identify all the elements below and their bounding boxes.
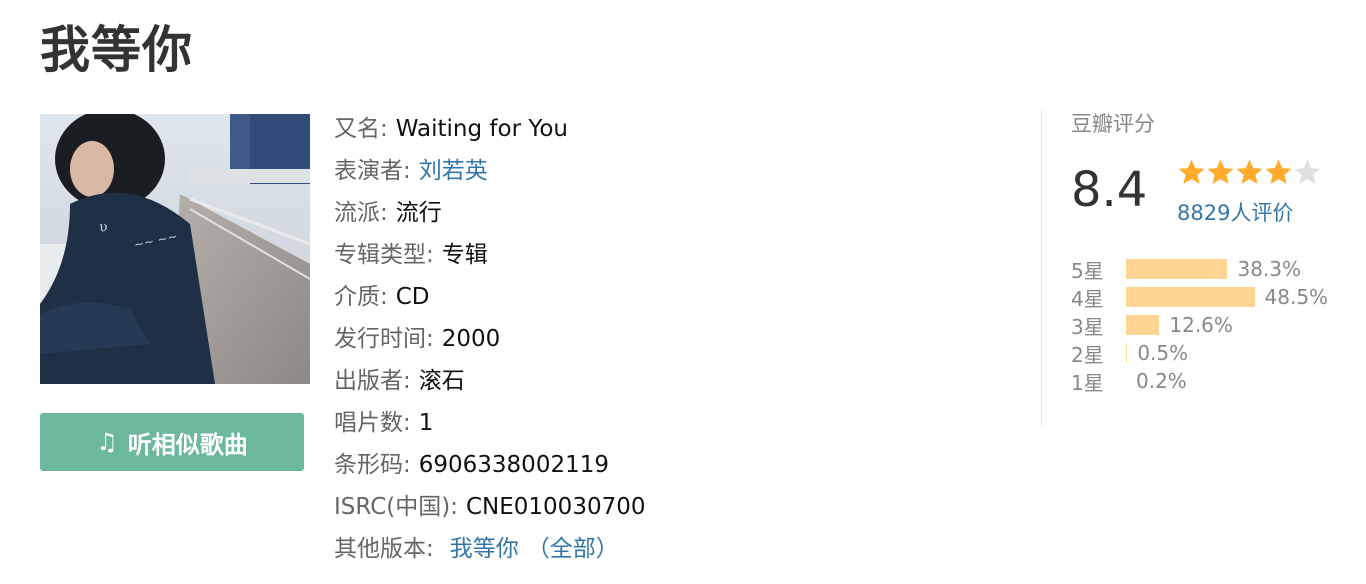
info-row-type: 专辑类型: 专辑 (334, 234, 1014, 276)
rating-bar (1126, 343, 1128, 363)
medium-value: CD (395, 284, 430, 310)
rating-stars (1177, 158, 1322, 186)
rating-row-3: 3星 12.6% (1071, 311, 1328, 339)
page-title: 我等你 (40, 21, 193, 79)
section-divider (1041, 110, 1042, 426)
rating-row-2: 2星 0.5% (1071, 339, 1328, 367)
release-label: 发行时间: (334, 326, 434, 352)
rating-row-label: 3星 (1071, 314, 1104, 339)
album-cover-image: ʋ ~~ ~~ (40, 114, 310, 384)
rating-distribution: 5星 38.3% 4星 48.5% 3星 12.6% 2星 0.5% 1星 0.… (1071, 255, 1328, 395)
rating-row-4: 4星 48.5% (1071, 283, 1328, 311)
star-filled-icon (1178, 159, 1205, 184)
genre-label: 流派: (334, 200, 388, 226)
rating-row-label: 5星 (1071, 258, 1104, 283)
alias-label: 又名: (334, 116, 388, 142)
info-row-versions: 其他版本: 我等你 （全部） (334, 528, 1014, 570)
info-row-barcode: 条形码: 6906338002119 (334, 444, 1014, 486)
versions-label: 其他版本: (334, 536, 434, 562)
discs-value: 1 (418, 410, 434, 436)
publisher-label: 出版者: (334, 368, 411, 394)
rating-row-5: 5星 38.3% (1071, 255, 1328, 283)
discs-label: 唱片数: (334, 410, 411, 436)
type-label: 专辑类型: (334, 242, 434, 268)
rating-bar (1126, 259, 1228, 279)
listen-similar-label: 听相似歌曲 (127, 430, 248, 459)
medium-label: 介质: (334, 284, 388, 310)
info-row-alias: 又名: Waiting for You (334, 108, 1014, 150)
rating-votes-link[interactable]: 8829人评价 (1177, 197, 1293, 227)
rating-row-1: 1星 0.2% (1071, 367, 1328, 395)
genre-value: 流行 (395, 200, 442, 226)
barcode-label: 条形码: (334, 452, 411, 478)
listen-similar-button[interactable]: ♫ 听相似歌曲 (40, 413, 304, 471)
rating-percent: 38.3% (1237, 257, 1302, 281)
isrc-value: CNE010030700 (465, 494, 646, 520)
info-row-isrc: ISRC(中国): CNE010030700 (334, 486, 1014, 528)
star-filled-icon (1265, 159, 1292, 184)
album-info: 又名: Waiting for You 表演者: 刘若英 流派: 流行 专辑类型: 专辑… (334, 108, 1014, 570)
all-versions-link[interactable]: 全部 (550, 536, 596, 562)
info-row-publisher: 出版者: 滚石 (334, 360, 1014, 402)
rating-percent: 12.6% (1169, 313, 1233, 337)
alias-value: Waiting for You (395, 116, 568, 142)
rating-percent: 0.2% (1136, 369, 1187, 393)
release-value: 2000 (441, 326, 501, 352)
info-row-discs: 唱片数: 1 (334, 402, 1014, 444)
star-filled-icon (1236, 159, 1263, 184)
barcode-value: 6906338002119 (418, 452, 609, 478)
rating-bar (1126, 287, 1255, 307)
publisher-value: 滚石 (418, 368, 465, 394)
other-version-link[interactable]: 我等你 (450, 536, 519, 562)
isrc-label: ISRC(中国): (334, 494, 458, 520)
album-cover[interactable]: ʋ ~~ ~~ (40, 114, 310, 384)
versions-open-paren: （ (526, 536, 550, 562)
rating-row-label: 4星 (1071, 286, 1104, 311)
type-value: 专辑 (441, 242, 488, 268)
info-row-genre: 流派: 流行 (334, 192, 1014, 234)
rating-row-label: 1星 (1071, 370, 1104, 395)
rating-header: 豆瓣评分 (1071, 112, 1155, 136)
rating-percent: 0.5% (1137, 341, 1189, 365)
performer-link[interactable]: 刘若英 (419, 158, 488, 184)
rating-score: 8.4 (1071, 162, 1148, 218)
star-filled-icon (1207, 159, 1234, 184)
rating-percent: 48.5% (1264, 285, 1329, 309)
info-row-performer: 表演者: 刘若英 (334, 150, 1014, 192)
info-row-release: 发行时间: 2000 (334, 318, 1014, 360)
info-row-medium: 介质: CD (334, 276, 1014, 318)
music-note-icon: ♫ (96, 428, 118, 456)
versions-close-paren: ） (595, 536, 619, 562)
star-empty-icon (1294, 159, 1321, 184)
rating-bar (1126, 315, 1160, 335)
performer-label: 表演者: (334, 158, 411, 184)
rating-row-label: 2星 (1071, 342, 1104, 367)
